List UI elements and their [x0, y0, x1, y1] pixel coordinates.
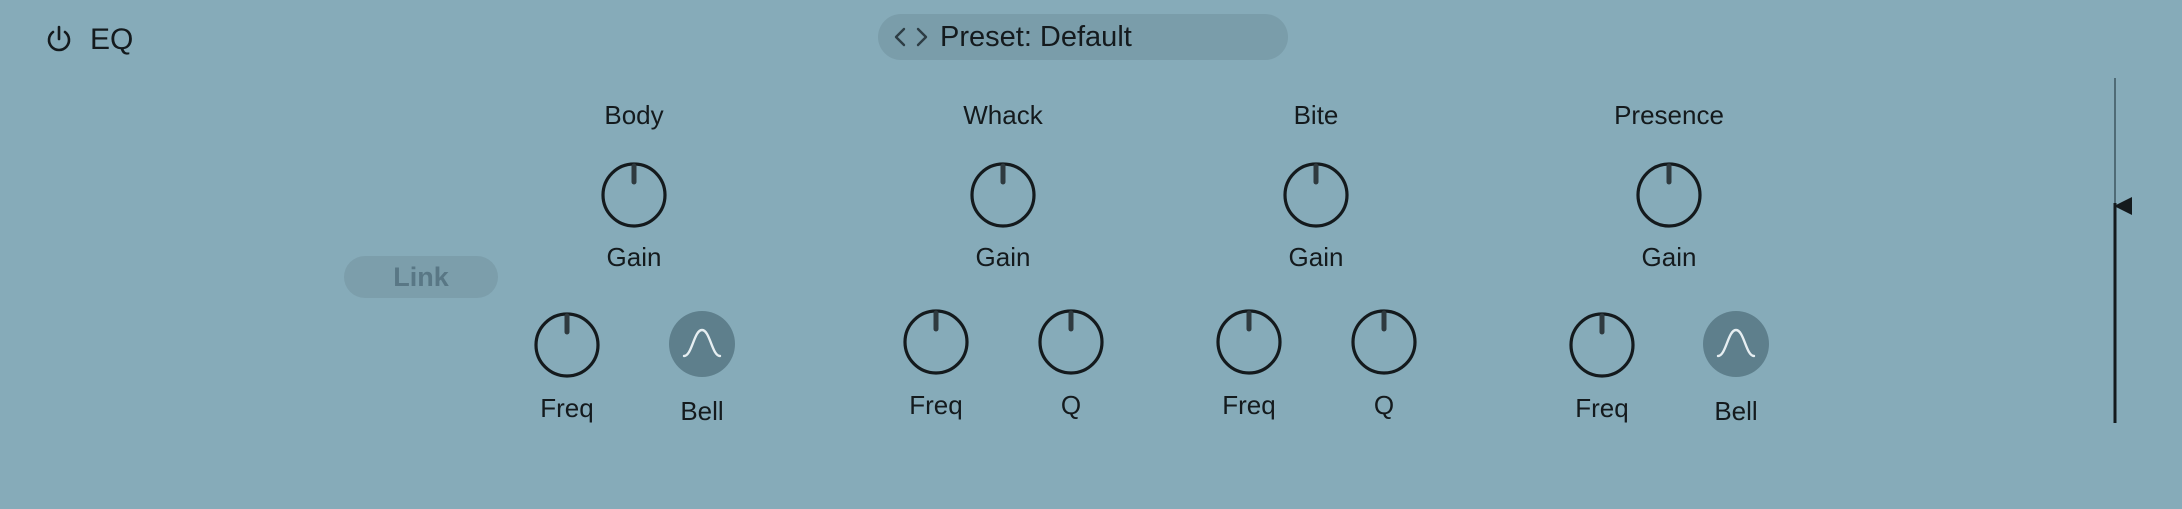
- body-shape-button[interactable]: [668, 310, 736, 378]
- band-title-whack: Whack: [963, 100, 1043, 130]
- whack-freq-knob[interactable]: [901, 307, 971, 377]
- whack-q-label: Q: [1060, 390, 1082, 420]
- link-button[interactable]: Link: [344, 256, 498, 298]
- preset-label: Preset: Default: [940, 20, 1132, 53]
- whack-gain-label: Gain: [975, 242, 1031, 272]
- bite-gain-label: Gain: [1288, 242, 1344, 272]
- body-gain-knob[interactable]: [599, 160, 669, 230]
- band-title-bite: Bite: [1293, 100, 1339, 130]
- body-gain-label: Gain: [606, 242, 662, 272]
- triangle-left-icon: [2114, 197, 2132, 215]
- body-shape-label: Bell: [680, 396, 724, 426]
- presence-freq-knob[interactable]: [1567, 310, 1637, 380]
- chevron-left-right-icon[interactable]: [892, 25, 930, 49]
- presence-shape-label: Bell: [1714, 396, 1758, 426]
- bite-gain-knob[interactable]: [1281, 160, 1351, 230]
- bite-freq-label: Freq: [1222, 390, 1276, 420]
- body-freq-knob[interactable]: [532, 310, 602, 380]
- presence-shape-button[interactable]: [1702, 310, 1770, 378]
- bite-q-label: Q: [1373, 390, 1395, 420]
- whack-gain-knob[interactable]: [968, 160, 1038, 230]
- presence-freq-label: Freq: [1575, 393, 1629, 423]
- bite-freq-knob[interactable]: [1214, 307, 1284, 377]
- bite-q-knob[interactable]: [1349, 307, 1419, 377]
- plugin-title: EQ: [90, 23, 134, 56]
- presence-gain-knob[interactable]: [1634, 160, 1704, 230]
- band-title-body: Body: [604, 100, 664, 130]
- preset-selector[interactable]: Preset: Default: [878, 14, 1288, 60]
- body-freq-label: Freq: [540, 393, 594, 423]
- whack-freq-label: Freq: [909, 390, 963, 420]
- output-level-fader[interactable]: [2106, 78, 2146, 423]
- band-title-presence: Presence: [1614, 100, 1724, 130]
- power-icon[interactable]: [44, 24, 74, 54]
- presence-gain-label: Gain: [1641, 242, 1697, 272]
- whack-q-knob[interactable]: [1036, 307, 1106, 377]
